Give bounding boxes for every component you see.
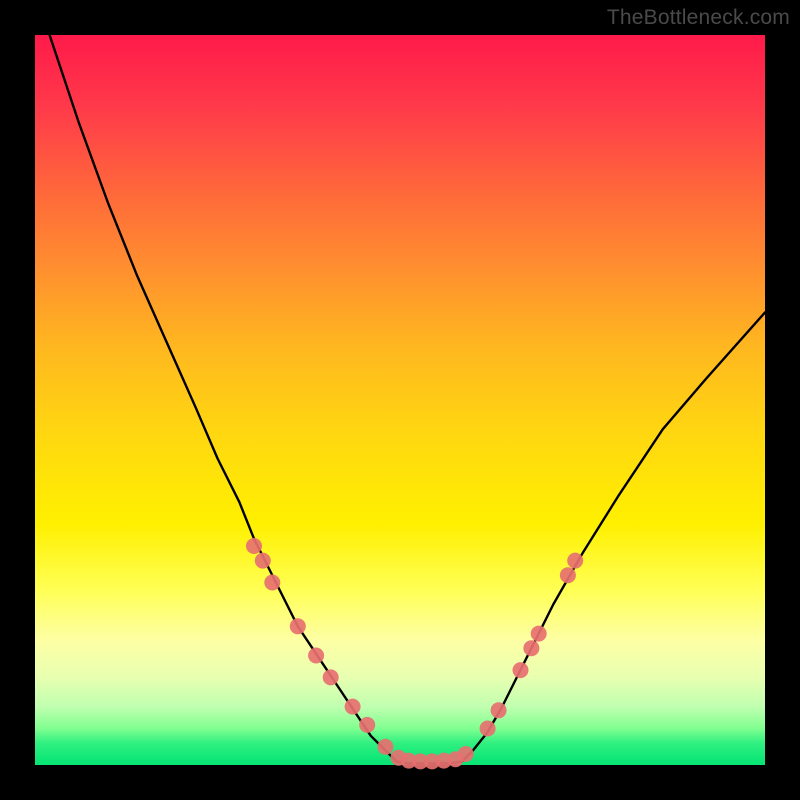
curve-marker: [480, 721, 496, 737]
curve-marker: [345, 699, 361, 715]
curve-marker: [513, 662, 529, 678]
curve-marker: [458, 746, 474, 762]
curve-marker: [308, 648, 324, 664]
curve-marker: [264, 575, 280, 591]
curve-line: [50, 35, 765, 764]
watermark-text: TheBottleneck.com: [607, 6, 790, 30]
curve-markers: [246, 538, 583, 769]
curve-marker: [359, 717, 375, 733]
curve-marker: [567, 553, 583, 569]
curve-marker: [290, 618, 306, 634]
curve-marker: [560, 567, 576, 583]
curve-marker: [246, 538, 262, 554]
curve-marker: [491, 702, 507, 718]
bottleneck-curve: [35, 35, 765, 765]
chart-container: TheBottleneck.com: [0, 0, 800, 800]
curve-marker: [523, 640, 539, 656]
curve-marker: [323, 669, 339, 685]
gradient-plot-area: [35, 35, 765, 765]
curve-marker: [377, 739, 393, 755]
curve-marker: [531, 626, 547, 642]
curve-marker: [255, 553, 271, 569]
